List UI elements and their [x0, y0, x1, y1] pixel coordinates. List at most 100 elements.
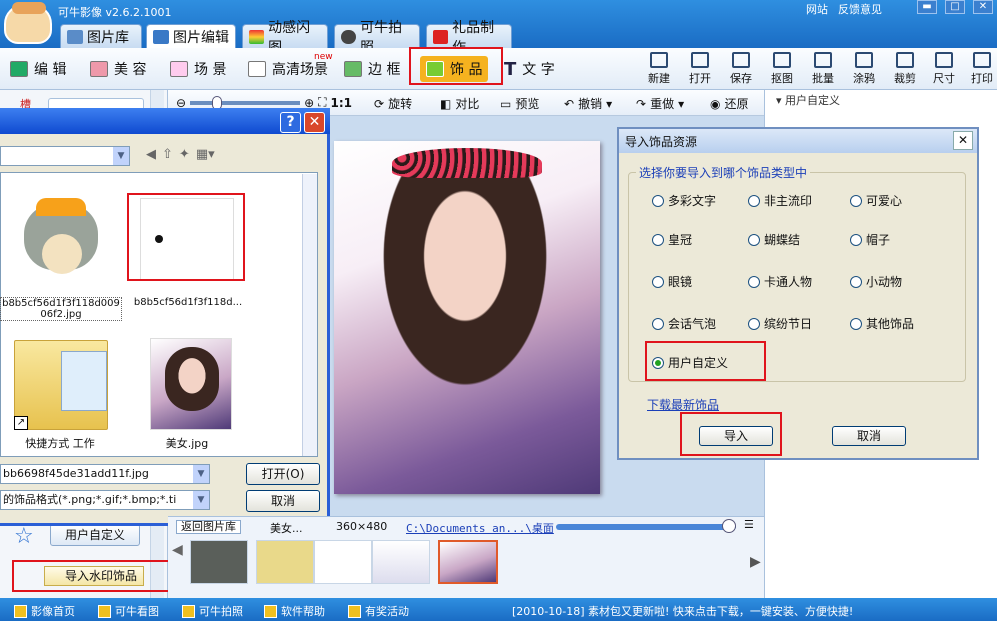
tool-label: 涂鸦	[853, 72, 875, 85]
save-button[interactable]: 保存	[725, 52, 757, 86]
tool-scene[interactable]: 场 景	[170, 56, 226, 82]
radio-colorful-text[interactable]: 多彩文字	[652, 192, 716, 209]
up-folder-icon[interactable]: ⇧	[162, 147, 173, 162]
film-thumb-4[interactable]	[372, 540, 430, 584]
undo-button[interactable]: ↶ 撤销 ▾	[564, 95, 612, 112]
radio-glasses[interactable]: 眼镜	[652, 273, 692, 290]
back-icon[interactable]: ◀	[146, 147, 156, 162]
zoom-ratio[interactable]: 1:1	[331, 96, 353, 110]
file-name-3[interactable]: 快捷方式 工作	[6, 435, 114, 451]
help-button[interactable]: ?	[280, 112, 301, 133]
status-camera[interactable]: 可牛拍照	[182, 603, 243, 619]
file-thumb-cartoon[interactable]	[14, 198, 108, 294]
highlight-box-file	[127, 193, 245, 281]
doodle-button[interactable]: 涂鸦	[848, 52, 880, 86]
radio-cute-heart[interactable]: 可爱心	[850, 192, 902, 209]
tool-text[interactable]: T文 字	[504, 56, 555, 82]
file-open-button[interactable]: 打开(O)	[246, 463, 320, 485]
feedback-link[interactable]: 反馈意见	[838, 1, 882, 17]
tool-label: 新建	[648, 72, 670, 85]
file-path-link[interactable]: C:\Documents an...\桌面	[406, 520, 554, 536]
view-menu-icon[interactable]: ▦▾	[196, 147, 215, 162]
folder-icon-shortcut[interactable]	[14, 340, 108, 430]
status-promo[interactable]: 有奖活动	[348, 603, 409, 619]
zoom-slider[interactable]	[190, 95, 301, 110]
cutout-icon	[773, 52, 791, 68]
close-button[interactable]: ✕	[973, 0, 993, 14]
status-viewer[interactable]: 可牛看图	[98, 603, 159, 619]
look-in-combo[interactable]	[0, 146, 130, 166]
folder-preview	[61, 351, 107, 411]
restore-icon: ◉	[710, 96, 721, 111]
new-folder-icon[interactable]: ✦	[179, 147, 190, 162]
film-thumb-5-selected[interactable]	[438, 540, 498, 584]
website-link[interactable]: 网站	[806, 1, 828, 17]
cutout-button[interactable]: 抠图	[766, 52, 798, 86]
import-dialog-close-button[interactable]: ✕	[953, 131, 973, 150]
download-ornaments-link[interactable]: 下载最新饰品	[647, 396, 719, 413]
cartoon-face	[42, 234, 82, 274]
tab-image-library[interactable]: 图片库	[60, 24, 142, 48]
redo-dropdown-icon[interactable]: ▾	[678, 97, 684, 111]
tab-flash[interactable]: 动感闪图	[242, 20, 328, 56]
save-icon	[732, 52, 750, 68]
tool-label: 保存	[730, 72, 752, 85]
restore-button[interactable]: ◉ 还原	[710, 95, 749, 112]
tool-label: 尺寸	[933, 72, 955, 85]
tab-image-edit[interactable]: 图片编辑	[146, 24, 236, 48]
radio-festival[interactable]: 缤纷节日	[748, 315, 812, 332]
radio-crown[interactable]: 皇冠	[652, 231, 692, 248]
contrast-button[interactable]: ◧ 对比	[440, 95, 479, 112]
tool-beauty[interactable]: 美 容	[90, 56, 146, 82]
minimize-button[interactable]: ▬	[917, 0, 937, 14]
undo-dropdown-icon[interactable]: ▾	[606, 97, 612, 111]
status-news[interactable]: [2010-10-18] 素材包又更新啦! 快来点击下载，一键安装、方便快捷!	[512, 603, 853, 619]
status-help[interactable]: 软件帮助	[264, 603, 325, 619]
file-name-4[interactable]: 美女.jpg	[140, 435, 234, 451]
filmstrip-prev-icon[interactable]: ◀	[172, 542, 183, 558]
radio-nonmainstream[interactable]: 非主流印	[748, 192, 812, 209]
crop-button[interactable]: 裁剪	[889, 52, 921, 86]
file-name-1[interactable]: b8b5cf56d1f3f118d00906f2.jpg	[0, 297, 122, 321]
film-thumb-2[interactable]	[256, 540, 314, 584]
print-button[interactable]: 打印	[966, 52, 997, 86]
tab-camera[interactable]: 可牛拍照	[334, 20, 420, 56]
open-button[interactable]: 打开	[684, 52, 716, 86]
back-to-library-button[interactable]: 返回图片库	[176, 520, 241, 534]
filmstrip-slider[interactable]	[556, 519, 736, 533]
tab-gift[interactable]: 礼品制作	[426, 20, 512, 56]
radio-speech-bubble[interactable]: 会话气泡	[652, 315, 716, 332]
custom-button[interactable]: 用户自定义	[50, 524, 140, 546]
rotate-button[interactable]: ⟳ 旋转	[374, 95, 412, 112]
film-thumb-3[interactable]	[314, 540, 372, 584]
viewer-icon	[98, 604, 111, 618]
file-thumb-photo[interactable]	[150, 338, 232, 430]
filmstrip-next-icon[interactable]: ▶	[750, 554, 761, 570]
resize-button[interactable]: 尺寸	[928, 52, 960, 86]
file-name-2[interactable]: b8b5cf56d1f3f118d...	[126, 297, 250, 308]
redo-button[interactable]: ↷ 重做 ▾	[636, 95, 684, 112]
filmstrip-menu-icon[interactable]: ☰	[744, 518, 754, 531]
radio-bow[interactable]: 蝴蝶结	[748, 231, 800, 248]
film-thumb-1[interactable]	[190, 540, 248, 584]
library-icon	[67, 29, 83, 44]
status-home[interactable]: 影像首页	[14, 603, 75, 619]
file-dialog-close-button[interactable]: ✕	[304, 112, 325, 133]
import-cancel-button[interactable]: 取消	[832, 426, 906, 446]
filename-combo[interactable]: bb6698f45de31add11f.jpg	[0, 464, 210, 484]
tab-label: 图片编辑	[173, 29, 229, 46]
maximize-button[interactable]: □	[945, 0, 965, 14]
preview-button[interactable]: ▭ 预览	[500, 95, 539, 112]
radio-cartoon[interactable]: 卡通人物	[748, 273, 812, 290]
radio-other[interactable]: 其他饰品	[850, 315, 914, 332]
batch-button[interactable]: 批量	[807, 52, 839, 86]
radio-hat[interactable]: 帽子	[850, 231, 890, 248]
tool-border[interactable]: 边 框	[344, 56, 400, 82]
radio-small-animal[interactable]: 小动物	[850, 273, 902, 290]
file-cancel-button[interactable]: 取消	[246, 490, 320, 512]
right-panel-title[interactable]: ▾ 用户自定义	[776, 92, 840, 108]
filetype-combo[interactable]: 的饰品格式(*.png;*.gif;*.bmp;*.ti	[0, 490, 210, 510]
tool-edit[interactable]: 编 辑	[10, 56, 66, 82]
new-button[interactable]: 新建	[643, 52, 675, 86]
file-list-scrollbar[interactable]	[302, 174, 317, 456]
